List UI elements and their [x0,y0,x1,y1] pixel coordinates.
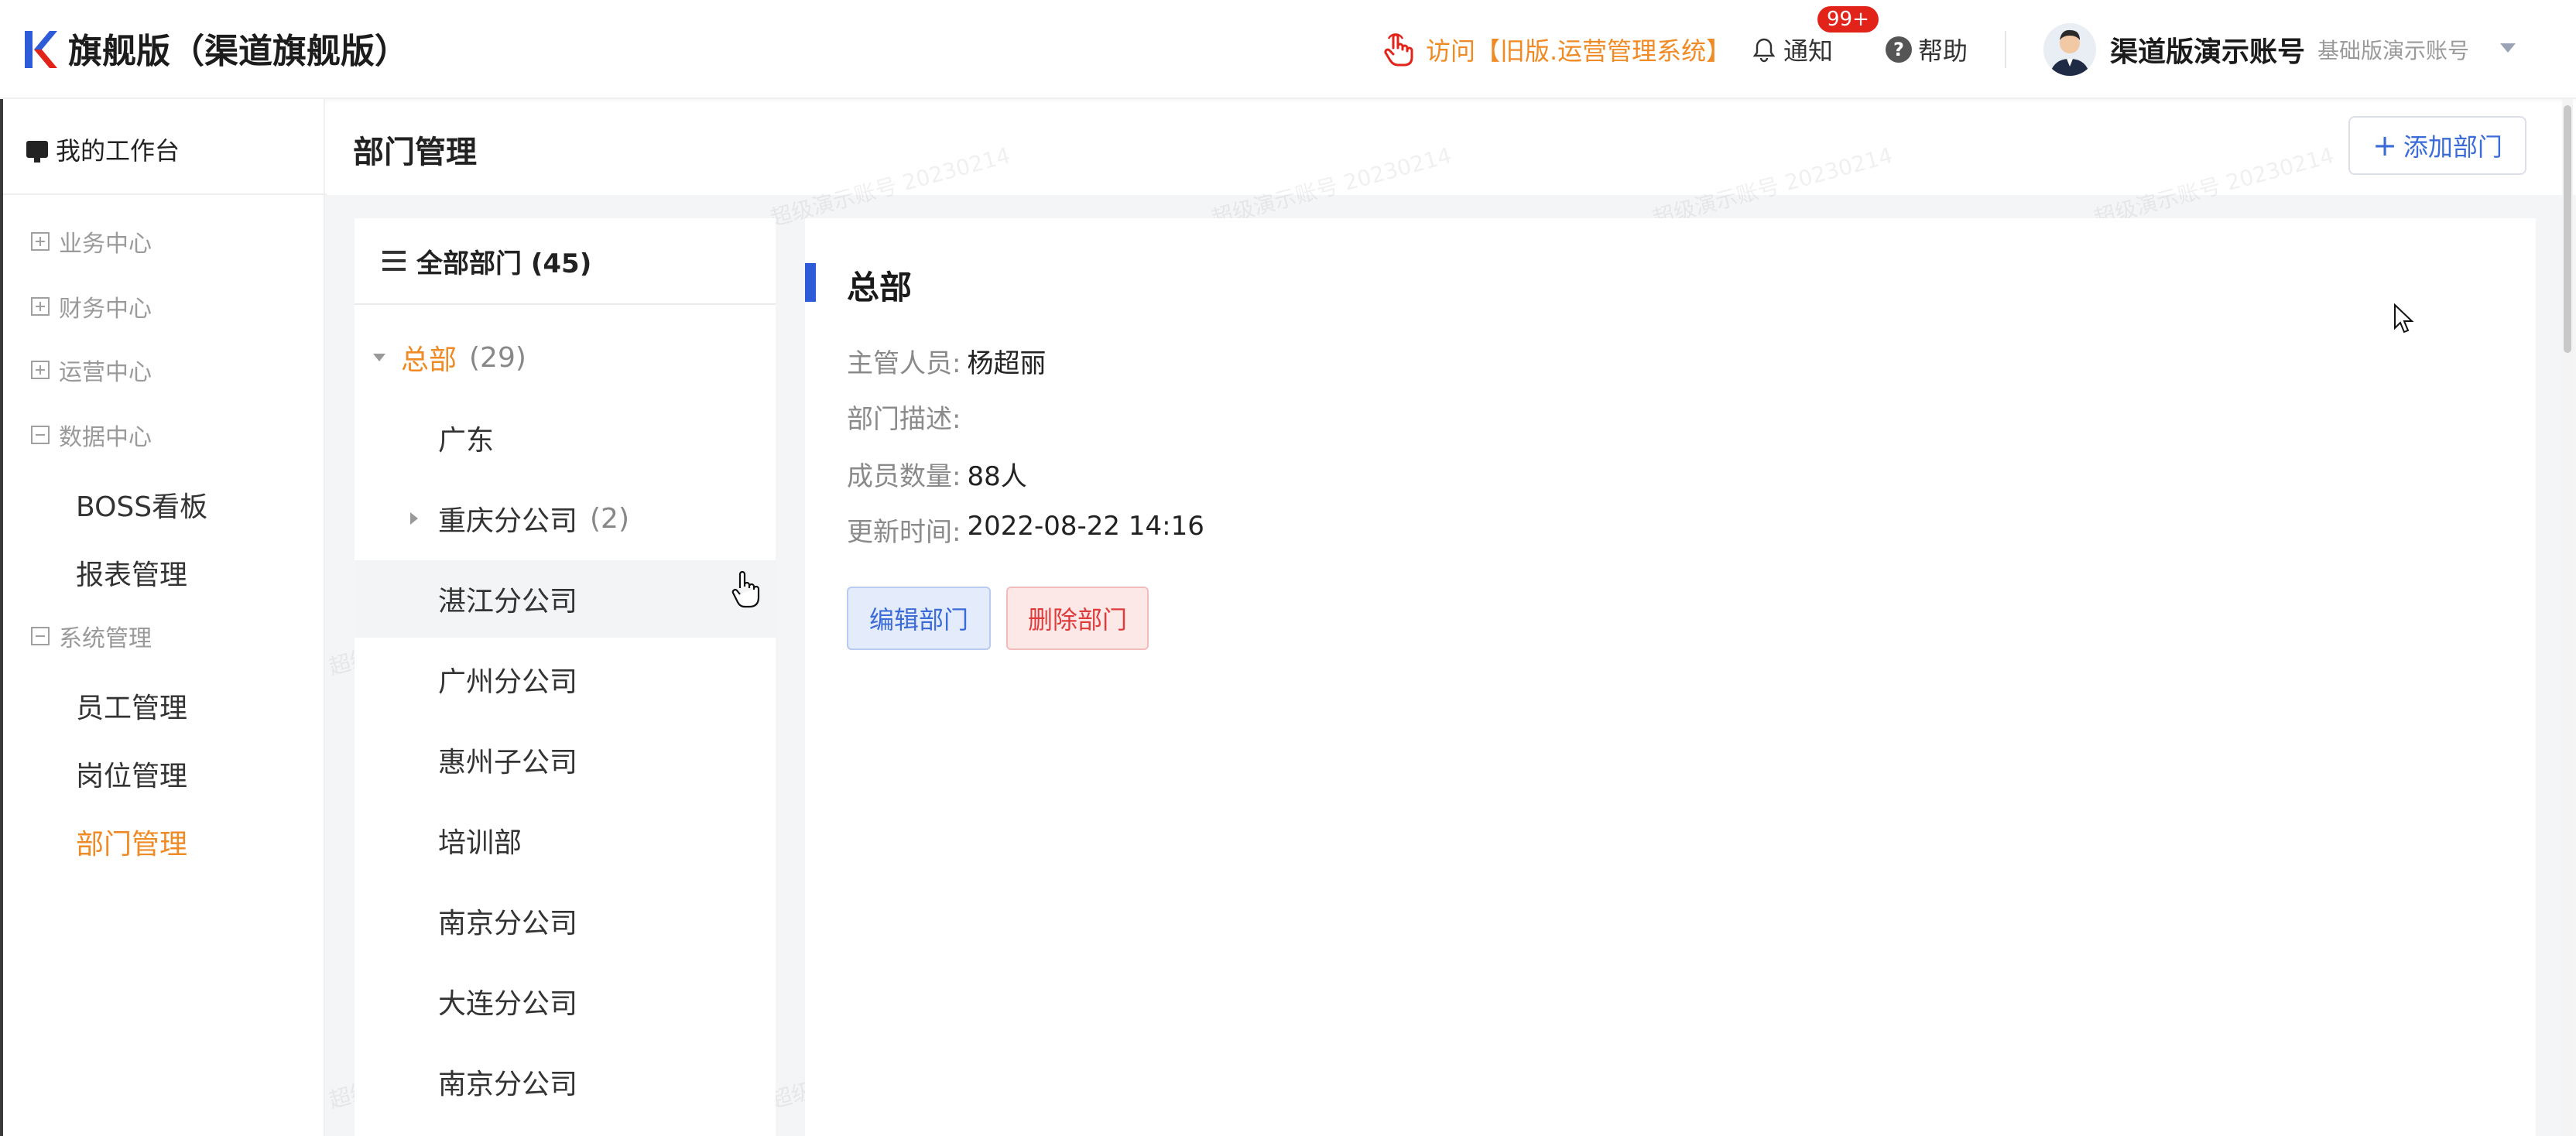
tree-node[interactable]: 广州分公司 [355,641,776,718]
help-label: 帮助 [1918,36,1968,66]
tree-node[interactable]: 惠州子公司 [355,721,776,799]
collapse-minus-icon [31,627,50,645]
detail-updated-time: 更新时间: 2022-08-22 14:16 [847,511,1204,549]
delete-department-button[interactable]: 删除部门 [1006,587,1149,650]
tree-node-label: 广东 [438,425,495,457]
sidebar-group-data[interactable]: 数据中心 [31,418,152,452]
add-department-button[interactable]: + 添加部门 [2348,116,2526,175]
top-header: 旗舰版（渠道旗舰版） 访问【旧版.运营管理系统】 通知 99+ ? 帮助 渠道版… [0,0,2576,99]
bell-icon [1752,38,1776,63]
page-title: 部门管理 [353,135,477,170]
notification-label: 通知 [1783,36,1834,66]
avatar[interactable] [2043,23,2096,76]
department-detail-panel [805,218,2536,1136]
account-subtitle[interactable]: 基础版演示账号 [2317,34,2469,65]
tree-node-label: 南京分公司 [438,908,578,939]
tree-node[interactable]: 重庆分公司 (2) [355,480,776,557]
collapse-minus-icon [31,426,50,444]
sidebar-item-departments[interactable]: 部门管理 [76,822,187,862]
sidebar-group-system[interactable]: 系统管理 [31,619,152,653]
caret-down-icon[interactable] [373,354,385,361]
tree-node-label: 惠州子公司 [438,747,578,778]
detail-label: 部门描述: [847,404,961,435]
tap-hand-icon [1384,33,1413,67]
detail-member-count: 成员数量: 88人 [847,455,1027,493]
app-title: 旗舰版（渠道旗舰版） [68,32,409,71]
title-accent-bar [805,263,816,302]
sidebar-item-positions[interactable]: 岗位管理 [76,754,187,794]
plus-icon: + [2372,128,2397,163]
sidebar-group-business[interactable]: 业务中心 [31,224,152,258]
sidebar-group-label: 业务中心 [59,231,152,258]
notification-button[interactable]: 通知 [1751,28,1833,71]
sidebar-group-label: 数据中心 [59,424,152,451]
scrollbar-thumb[interactable] [2564,105,2571,353]
expand-plus-icon [31,232,50,251]
account-dropdown-caret-icon[interactable] [2500,43,2516,53]
visit-link-label: 访问【旧版.运营管理系统】 [1426,36,1732,66]
detail-value: 2022-08-22 14:16 [967,511,1204,542]
detail-label: 成员数量: [847,461,961,492]
question-circle-icon: ? [1886,36,1912,63]
tree-node-label: 广州分公司 [438,666,578,698]
sidebar-item-boss-board[interactable]: BOSS看板 [76,484,207,525]
expand-plus-icon [31,361,50,379]
sidebar-group-label: 财务中心 [59,296,152,323]
tree-header[interactable]: 全部部门 (45) [355,218,776,305]
sidebar-item-label: 我的工作台 [56,136,180,166]
user-avatar-icon [2043,23,2096,76]
visit-old-system-link[interactable]: 访问【旧版.运营管理系统】 [1379,28,1731,71]
sidebar-item-employees[interactable]: 员工管理 [76,686,187,726]
department-title: 总部 [847,269,913,306]
tree-node-label: 培训部 [438,827,522,859]
tree-node-label: 湛江分公司 [438,586,578,618]
tree-node-label: 总部 [401,344,457,376]
detail-manager: 主管人员: 杨超丽 [847,342,1046,380]
expand-plus-icon [31,297,50,316]
account-name[interactable]: 渠道版演示账号 [2110,29,2305,70]
sidebar: 我的工作台 业务中心 财务中心 运营中心 数据中心 BOSS看板 报表管理 系统… [0,99,327,1136]
tree-node-label: 重庆分公司 [438,505,578,537]
tree-node[interactable]: 广东 [355,399,776,477]
help-button[interactable]: ? 帮助 [1886,28,1968,71]
sidebar-item-reports[interactable]: 报表管理 [76,553,187,593]
detail-description: 部门描述: [847,398,967,436]
tree-header-label: 全部部门 (45) [416,248,592,279]
detail-label: 更新时间: [847,517,961,548]
brand-logo-icon[interactable] [23,28,57,71]
tree-node[interactable]: 培训部 [355,802,776,879]
tree-node-label: 大连分公司 [438,988,578,1020]
sidebar-group-label: 运营中心 [59,359,152,386]
tree-node-count: (29) [469,341,526,374]
sidebar-group-operations[interactable]: 运营中心 [31,353,152,387]
tree-node[interactable]: 南京分公司 [355,882,776,960]
detail-label: 主管人员: [847,348,961,379]
sidebar-item-workbench[interactable]: 我的工作台 [26,132,180,167]
header-divider [2005,31,2006,68]
tree-node[interactable]: 湛江分公司 [355,560,776,638]
monitor-icon [26,141,48,163]
list-icon [382,251,406,271]
sidebar-divider [3,193,327,195]
detail-value: 88人 [967,461,1027,492]
notification-count-badge: 99+ [1817,6,1879,33]
tree-node[interactable]: 大连分公司 [355,963,776,1040]
tree-node[interactable]: 南京分公司 [355,1043,776,1121]
page-header-bar [325,99,2576,195]
detail-value: 杨超丽 [967,348,1046,379]
tree-node-label: 南京分公司 [438,1069,578,1100]
add-department-label: 添加部门 [2403,132,2502,162]
sidebar-group-finance[interactable]: 财务中心 [31,289,152,323]
sidebar-group-label: 系统管理 [59,625,152,652]
edit-department-button[interactable]: 编辑部门 [847,587,991,650]
tree-node-count: (2) [590,502,630,535]
tree-node-headquarters[interactable]: 总部 (29) [355,319,776,396]
caret-right-icon[interactable] [410,512,418,525]
